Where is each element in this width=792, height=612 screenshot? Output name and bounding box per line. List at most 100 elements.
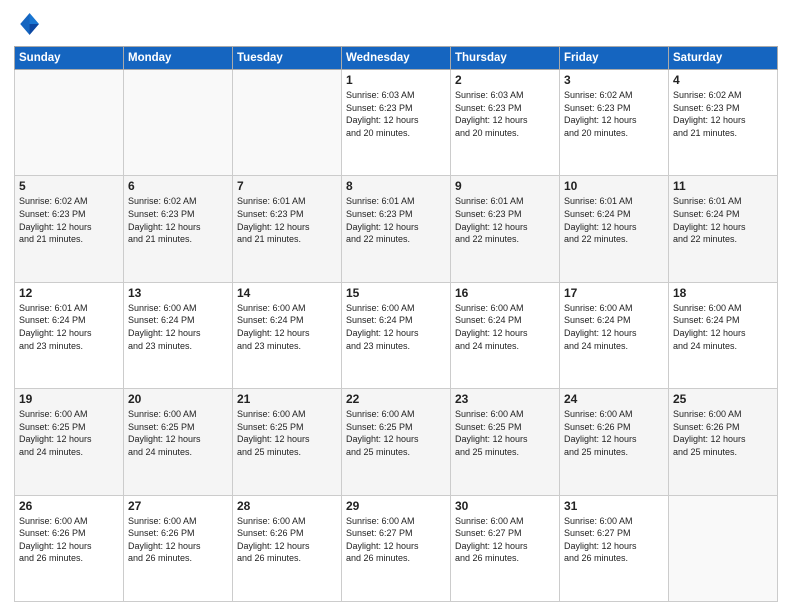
calendar-cell: 14 Sunrise: 6:00 AM Sunset: 6:24 PM Dayli… [233, 282, 342, 388]
week-row: 26 Sunrise: 6:00 AM Sunset: 6:26 PM Dayli… [15, 495, 778, 601]
col-header-thursday: Thursday [451, 47, 560, 70]
day-info: Sunrise: 6:00 AM Sunset: 6:24 PM Dayligh… [128, 302, 228, 352]
day-number: 17 [564, 286, 664, 300]
day-number: 12 [19, 286, 119, 300]
day-number: 23 [455, 392, 555, 406]
day-number: 30 [455, 499, 555, 513]
calendar-cell: 23 Sunrise: 6:00 AM Sunset: 6:25 PM Dayli… [451, 389, 560, 495]
week-row: 1 Sunrise: 6:03 AM Sunset: 6:23 PM Daylig… [15, 70, 778, 176]
day-info: Sunrise: 6:01 AM Sunset: 6:23 PM Dayligh… [346, 195, 446, 245]
day-number: 28 [237, 499, 337, 513]
day-info: Sunrise: 6:03 AM Sunset: 6:23 PM Dayligh… [346, 89, 446, 139]
logo [14, 10, 46, 38]
page: SundayMondayTuesdayWednesdayThursdayFrid… [0, 0, 792, 612]
day-info: Sunrise: 6:01 AM Sunset: 6:23 PM Dayligh… [237, 195, 337, 245]
day-number: 1 [346, 73, 446, 87]
calendar-cell: 11 Sunrise: 6:01 AM Sunset: 6:24 PM Dayli… [669, 176, 778, 282]
day-number: 6 [128, 179, 228, 193]
day-info: Sunrise: 6:02 AM Sunset: 6:23 PM Dayligh… [564, 89, 664, 139]
calendar-cell: 13 Sunrise: 6:00 AM Sunset: 6:24 PM Dayli… [124, 282, 233, 388]
day-info: Sunrise: 6:00 AM Sunset: 6:26 PM Dayligh… [19, 515, 119, 565]
day-number: 14 [237, 286, 337, 300]
day-info: Sunrise: 6:00 AM Sunset: 6:25 PM Dayligh… [128, 408, 228, 458]
day-info: Sunrise: 6:02 AM Sunset: 6:23 PM Dayligh… [128, 195, 228, 245]
day-number: 5 [19, 179, 119, 193]
day-info: Sunrise: 6:00 AM Sunset: 6:26 PM Dayligh… [237, 515, 337, 565]
day-number: 13 [128, 286, 228, 300]
col-header-monday: Monday [124, 47, 233, 70]
day-info: Sunrise: 6:01 AM Sunset: 6:24 PM Dayligh… [673, 195, 773, 245]
col-header-saturday: Saturday [669, 47, 778, 70]
header [14, 10, 778, 38]
calendar-cell: 16Sunrise: 6:00 AM Sunset: 6:24 PM Dayli… [451, 282, 560, 388]
day-info: Sunrise: 6:00 AM Sunset: 6:24 PM Dayligh… [673, 302, 773, 352]
day-number: 10 [564, 179, 664, 193]
calendar-cell: 17 Sunrise: 6:00 AM Sunset: 6:24 PM Dayli… [560, 282, 669, 388]
day-info: Sunrise: 6:00 AM Sunset: 6:27 PM Dayligh… [346, 515, 446, 565]
day-number: 21 [237, 392, 337, 406]
day-info: Sunrise: 6:00 AM Sunset: 6:24 PM Dayligh… [564, 302, 664, 352]
calendar-cell: 8 Sunrise: 6:01 AM Sunset: 6:23 PM Daylig… [342, 176, 451, 282]
calendar-cell: 31Sunrise: 6:00 AM Sunset: 6:27 PM Dayli… [560, 495, 669, 601]
day-info: Sunrise: 6:00 AM Sunset: 6:26 PM Dayligh… [673, 408, 773, 458]
day-info: Sunrise: 6:00 AM Sunset: 6:25 PM Dayligh… [19, 408, 119, 458]
col-header-friday: Friday [560, 47, 669, 70]
day-number: 19 [19, 392, 119, 406]
day-number: 16 [455, 286, 555, 300]
day-info: Sunrise: 6:00 AM Sunset: 6:24 PM Dayligh… [346, 302, 446, 352]
col-header-wednesday: Wednesday [342, 47, 451, 70]
calendar-cell: 1 Sunrise: 6:03 AM Sunset: 6:23 PM Daylig… [342, 70, 451, 176]
calendar-cell: 25Sunrise: 6:00 AM Sunset: 6:26 PM Dayli… [669, 389, 778, 495]
calendar-cell: 3Sunrise: 6:02 AM Sunset: 6:23 PM Daylig… [560, 70, 669, 176]
calendar-cell: 21 Sunrise: 6:00 AM Sunset: 6:25 PM Dayli… [233, 389, 342, 495]
day-number: 15 [346, 286, 446, 300]
calendar-cell [669, 495, 778, 601]
day-number: 8 [346, 179, 446, 193]
calendar-cell: 29 Sunrise: 6:00 AM Sunset: 6:27 PM Dayli… [342, 495, 451, 601]
day-number: 2 [455, 73, 555, 87]
day-info: Sunrise: 6:00 AM Sunset: 6:25 PM Dayligh… [237, 408, 337, 458]
calendar-cell [233, 70, 342, 176]
calendar-cell: 27 Sunrise: 6:00 AM Sunset: 6:26 PM Dayli… [124, 495, 233, 601]
day-number: 31 [564, 499, 664, 513]
logo-icon [14, 10, 42, 38]
calendar-cell: 9Sunrise: 6:01 AM Sunset: 6:23 PM Daylig… [451, 176, 560, 282]
day-info: Sunrise: 6:02 AM Sunset: 6:23 PM Dayligh… [673, 89, 773, 139]
calendar-cell: 26 Sunrise: 6:00 AM Sunset: 6:26 PM Dayli… [15, 495, 124, 601]
day-number: 26 [19, 499, 119, 513]
calendar-cell: 20 Sunrise: 6:00 AM Sunset: 6:25 PM Dayli… [124, 389, 233, 495]
calendar-cell: 2 Sunrise: 6:03 AM Sunset: 6:23 PM Daylig… [451, 70, 560, 176]
day-info: Sunrise: 6:00 AM Sunset: 6:26 PM Dayligh… [564, 408, 664, 458]
day-info: Sunrise: 6:00 AM Sunset: 6:26 PM Dayligh… [128, 515, 228, 565]
week-row: 12 Sunrise: 6:01 AM Sunset: 6:24 PM Dayli… [15, 282, 778, 388]
day-info: Sunrise: 6:00 AM Sunset: 6:27 PM Dayligh… [455, 515, 555, 565]
calendar-cell: 24Sunrise: 6:00 AM Sunset: 6:26 PM Dayli… [560, 389, 669, 495]
week-row: 5 Sunrise: 6:02 AM Sunset: 6:23 PM Daylig… [15, 176, 778, 282]
day-number: 18 [673, 286, 773, 300]
calendar-table: SundayMondayTuesdayWednesdayThursdayFrid… [14, 46, 778, 602]
calendar-cell: 7 Sunrise: 6:01 AM Sunset: 6:23 PM Daylig… [233, 176, 342, 282]
day-number: 27 [128, 499, 228, 513]
day-number: 11 [673, 179, 773, 193]
calendar-cell: 19 Sunrise: 6:00 AM Sunset: 6:25 PM Dayli… [15, 389, 124, 495]
day-number: 7 [237, 179, 337, 193]
day-info: Sunrise: 6:03 AM Sunset: 6:23 PM Dayligh… [455, 89, 555, 139]
calendar-cell: 12 Sunrise: 6:01 AM Sunset: 6:24 PM Dayli… [15, 282, 124, 388]
col-header-sunday: Sunday [15, 47, 124, 70]
calendar-cell [15, 70, 124, 176]
day-info: Sunrise: 6:01 AM Sunset: 6:24 PM Dayligh… [19, 302, 119, 352]
calendar-cell: 5Sunrise: 6:02 AM Sunset: 6:23 PM Daylig… [15, 176, 124, 282]
calendar-cell: 22Sunrise: 6:00 AM Sunset: 6:25 PM Dayli… [342, 389, 451, 495]
calendar-cell: 30 Sunrise: 6:00 AM Sunset: 6:27 PM Dayli… [451, 495, 560, 601]
col-header-tuesday: Tuesday [233, 47, 342, 70]
header-row: SundayMondayTuesdayWednesdayThursdayFrid… [15, 47, 778, 70]
day-info: Sunrise: 6:00 AM Sunset: 6:25 PM Dayligh… [455, 408, 555, 458]
day-number: 4 [673, 73, 773, 87]
calendar-cell: 10Sunrise: 6:01 AM Sunset: 6:24 PM Dayli… [560, 176, 669, 282]
day-number: 22 [346, 392, 446, 406]
calendar-cell: 4 Sunrise: 6:02 AM Sunset: 6:23 PM Daylig… [669, 70, 778, 176]
calendar-cell: 28 Sunrise: 6:00 AM Sunset: 6:26 PM Dayli… [233, 495, 342, 601]
day-number: 20 [128, 392, 228, 406]
day-info: Sunrise: 6:00 AM Sunset: 6:24 PM Dayligh… [237, 302, 337, 352]
day-number: 29 [346, 499, 446, 513]
